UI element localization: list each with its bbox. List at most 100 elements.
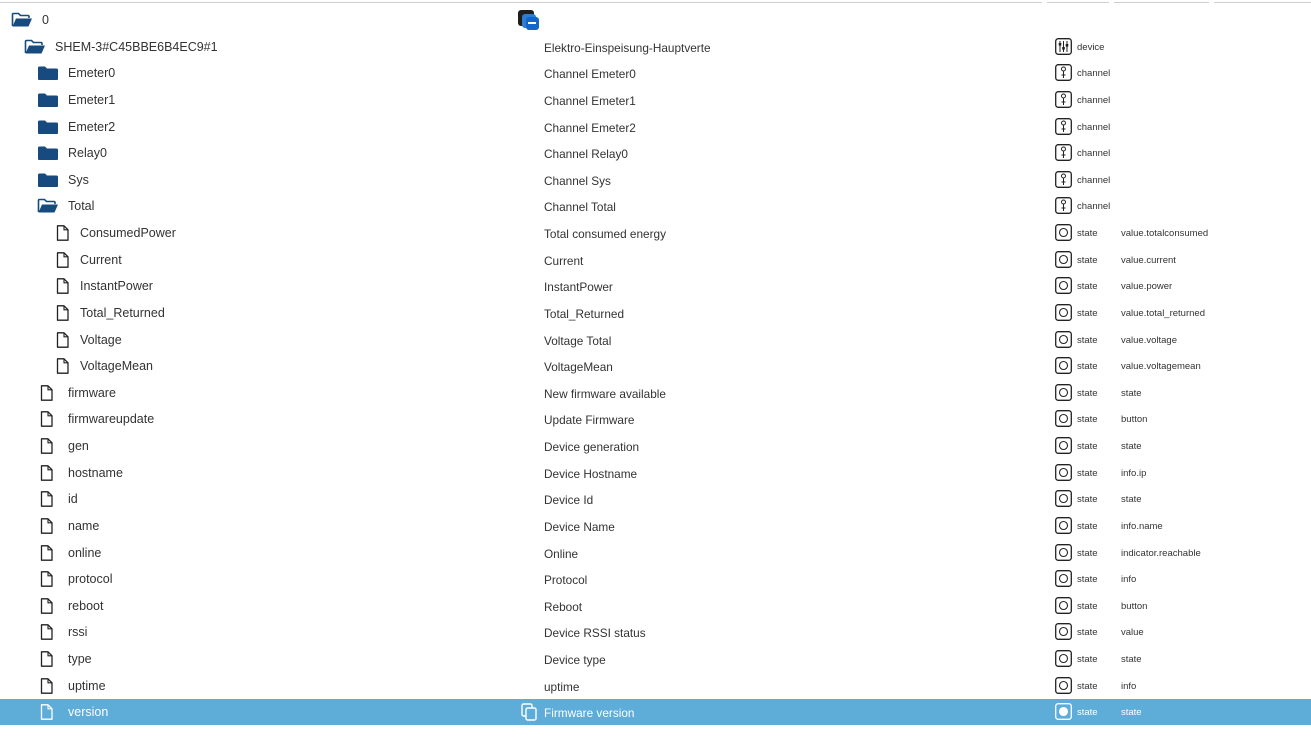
copy-icon[interactable] bbox=[518, 702, 540, 724]
state-type-icon bbox=[1055, 597, 1072, 614]
object-role: state bbox=[1121, 388, 1142, 399]
object-id: firmwareupdate bbox=[68, 412, 155, 426]
object-id: hostname bbox=[68, 466, 123, 480]
object-role: info.name bbox=[1121, 521, 1163, 532]
object-id: name bbox=[68, 519, 100, 533]
object-type: state bbox=[1077, 441, 1098, 452]
tree-row-gen[interactable]: gen Device generation state state bbox=[0, 433, 1311, 459]
object-id: Emeter0 bbox=[68, 66, 116, 80]
folder-icon[interactable] bbox=[37, 65, 59, 81]
tree-row-consumedpower[interactable]: ConsumedPower Total consumed energy state v… bbox=[0, 220, 1311, 246]
object-id: Relay0 bbox=[68, 146, 107, 160]
tree-row-name[interactable]: name Device Name state info.name bbox=[0, 513, 1311, 539]
header-divider bbox=[1047, 2, 1109, 3]
file-icon bbox=[37, 624, 59, 640]
folder-icon[interactable] bbox=[37, 172, 59, 188]
object-id: 0 bbox=[42, 13, 49, 27]
state-type-icon bbox=[1055, 410, 1072, 427]
state-type-icon bbox=[1055, 570, 1072, 587]
tree-row-rssi[interactable]: rssi Device RSSI status state value bbox=[0, 619, 1311, 645]
object-role: value.current bbox=[1121, 255, 1176, 266]
object-name: Reboot bbox=[544, 600, 583, 614]
tree-row-relay0[interactable]: Relay0 Channel Relay0 channel bbox=[0, 140, 1311, 166]
object-type: state bbox=[1077, 601, 1098, 612]
file-icon bbox=[37, 491, 59, 507]
header-divider bbox=[0, 2, 1042, 3]
object-id: version bbox=[68, 705, 109, 719]
object-type: state bbox=[1077, 521, 1098, 532]
object-name: New firmware available bbox=[544, 387, 666, 401]
state-type-icon bbox=[1055, 277, 1072, 294]
object-name: Update Firmware bbox=[544, 413, 635, 427]
tree-row-total-returned[interactable]: Total_Returned Total_Returned state value.t… bbox=[0, 300, 1311, 326]
tree-row-reboot[interactable]: reboot Reboot state button bbox=[0, 593, 1311, 619]
tree-row-online[interactable]: online Online state indicator.reachable bbox=[0, 540, 1311, 566]
object-id: rssi bbox=[68, 625, 88, 639]
object-name: Channel Total bbox=[544, 200, 616, 214]
file-icon bbox=[37, 678, 59, 694]
header-divider bbox=[1114, 2, 1209, 3]
object-name: Elektro-Einspeisung-Hauptverte bbox=[544, 41, 711, 55]
object-role: state bbox=[1121, 654, 1142, 665]
object-type: state bbox=[1077, 468, 1098, 479]
object-id: InstantPower bbox=[80, 279, 153, 293]
object-id: Total bbox=[68, 199, 95, 213]
file-icon bbox=[37, 411, 59, 427]
object-type: state bbox=[1077, 335, 1098, 346]
tree-row-id[interactable]: id Device Id state state bbox=[0, 486, 1311, 512]
object-type: state bbox=[1077, 548, 1098, 559]
file-icon bbox=[53, 332, 75, 348]
tree-row-hostname[interactable]: hostname Device Hostname state info.ip bbox=[0, 460, 1311, 486]
file-icon bbox=[53, 252, 75, 268]
folder-icon[interactable] bbox=[37, 145, 59, 161]
object-id: SHEM-3#C45BBE6B4EC9#1 bbox=[55, 40, 218, 54]
tree-row-emeter2[interactable]: Emeter2 Channel Emeter2 channel bbox=[0, 114, 1311, 140]
object-name: Device type bbox=[544, 653, 606, 667]
folder-icon[interactable] bbox=[37, 119, 59, 135]
object-role: info bbox=[1121, 681, 1137, 692]
object-name: uptime bbox=[544, 680, 580, 694]
tree-row-firmwareupdate[interactable]: firmwareupdate Update Firmware state button bbox=[0, 406, 1311, 432]
file-icon bbox=[53, 225, 75, 241]
tree-row-instantpower[interactable]: InstantPower InstantPower state value.power bbox=[0, 273, 1311, 299]
object-type: device bbox=[1077, 42, 1105, 53]
tree-row-0[interactable]: 0 bbox=[0, 7, 1311, 33]
object-type: channel bbox=[1077, 175, 1111, 186]
object-type: channel bbox=[1077, 148, 1111, 159]
object-id: protocol bbox=[68, 572, 113, 586]
tree-row-type[interactable]: type Device type state state bbox=[0, 646, 1311, 672]
file-icon bbox=[37, 465, 59, 481]
folder-open-icon[interactable] bbox=[11, 12, 33, 28]
tree-row-version[interactable]: version Firmware version state state bbox=[0, 699, 1311, 725]
object-name: Device Name bbox=[544, 520, 615, 534]
file-icon bbox=[37, 571, 59, 587]
tree-row-current[interactable]: Current Current state value.current bbox=[0, 247, 1311, 273]
tree-row-emeter1[interactable]: Emeter1 Channel Emeter1 channel bbox=[0, 87, 1311, 113]
folder-open-icon[interactable] bbox=[24, 39, 46, 55]
object-role: value.total_returned bbox=[1121, 308, 1205, 319]
tree-row-sys[interactable]: Sys Channel Sys channel bbox=[0, 167, 1311, 193]
tree-row-firmware[interactable]: firmware New firmware available state state bbox=[0, 380, 1311, 406]
tree-row-emeter0[interactable]: Emeter0 Channel Emeter0 channel bbox=[0, 60, 1311, 86]
tree-row-protocol[interactable]: protocol Protocol state info bbox=[0, 566, 1311, 592]
object-name: Current bbox=[544, 254, 584, 268]
object-name: InstantPower bbox=[544, 280, 613, 294]
tree-row-voltagemean[interactable]: VoltageMean VoltageMean state value.voltage… bbox=[0, 353, 1311, 379]
object-id: reboot bbox=[68, 599, 104, 613]
object-id: Voltage bbox=[80, 333, 122, 347]
header-divider bbox=[1214, 2, 1311, 3]
channel-type-icon bbox=[1055, 64, 1072, 81]
object-role: value bbox=[1121, 627, 1144, 638]
object-type: state bbox=[1077, 228, 1098, 239]
file-icon bbox=[37, 651, 59, 667]
tree-row-total[interactable]: Total Channel Total channel bbox=[0, 193, 1311, 219]
file-icon bbox=[37, 545, 59, 561]
channel-type-icon bbox=[1055, 118, 1072, 135]
tree-row-shem-3-c45bbe6b4ec9-1[interactable]: SHEM-3#C45BBE6B4EC9#1 Elektro-Einspeisung… bbox=[0, 34, 1311, 60]
folder-icon[interactable] bbox=[37, 92, 59, 108]
object-role: value.voltage bbox=[1121, 335, 1177, 346]
tree-row-voltage[interactable]: Voltage Voltage Total state value.voltage bbox=[0, 327, 1311, 353]
tree-row-uptime[interactable]: uptime uptime state info bbox=[0, 673, 1311, 699]
folder-open-icon[interactable] bbox=[37, 198, 59, 214]
object-name: Channel Emeter0 bbox=[544, 67, 636, 81]
